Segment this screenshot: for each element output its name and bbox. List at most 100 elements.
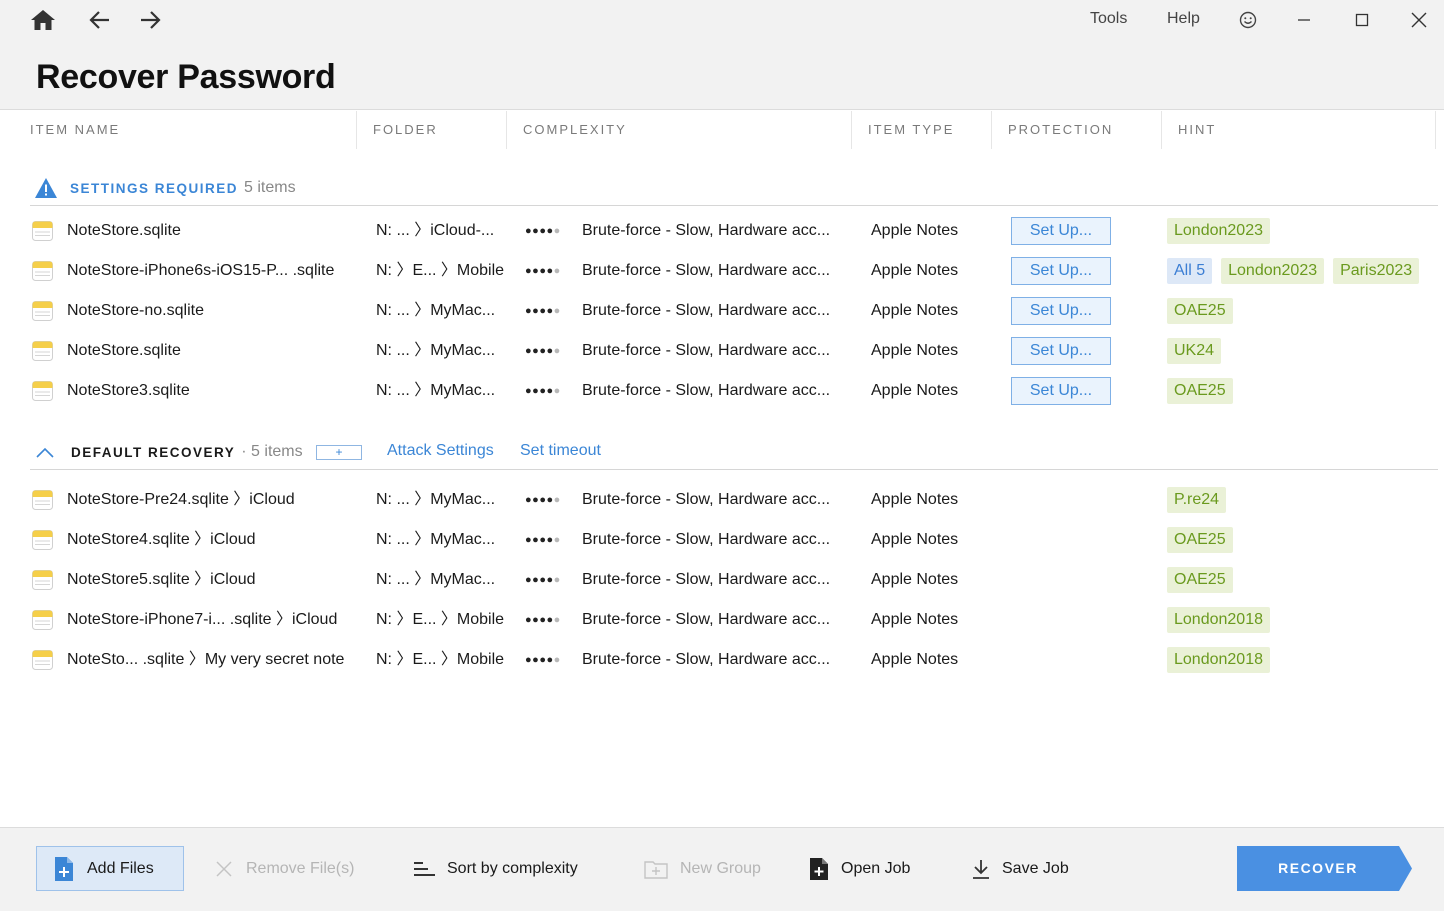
column-header-item-name[interactable]: ITEM NAME [18, 111, 357, 149]
help-menu[interactable]: Help [1167, 10, 1200, 28]
item-complexity: Brute-force - Slow, Hardware acc... [582, 571, 831, 588]
hint-tag: London2023 [1167, 218, 1270, 244]
minimize-button[interactable] [1286, 6, 1322, 34]
x-icon [216, 860, 232, 877]
group-header-settings-required: SETTINGS REQUIRED 5 items [30, 173, 296, 203]
remove-files-label: Remove File(s) [246, 859, 355, 877]
sort-icon [414, 861, 435, 876]
table-row[interactable]: NoteSto... .sqlite 〉My very secret note N… [0, 640, 1444, 680]
table-row[interactable]: NoteStore3.sqlite N: ... 〉MyMac... ●●●●● Br… [0, 371, 1444, 411]
hint-cell: OAE25 [1167, 371, 1429, 411]
hint-cell: All 5 London2023 Paris2023 [1167, 251, 1429, 291]
column-header-protection[interactable]: PROTECTION [996, 111, 1162, 149]
item-name: NoteStore.sqlite [67, 222, 181, 239]
maximize-button[interactable] [1344, 6, 1380, 34]
notes-file-icon [32, 650, 53, 670]
item-folder: N: 〉E... 〉Mobile [376, 651, 505, 668]
save-job-label: Save Job [1002, 859, 1069, 877]
column-header-hint[interactable]: HINT [1166, 111, 1436, 149]
table-row[interactable]: NoteStore-no.sqlite N: ... 〉MyMac... ●●●●●… [0, 291, 1444, 331]
item-name: NoteStore-no.sqlite [67, 302, 204, 319]
item-type: Apple Notes [871, 651, 959, 668]
group-title: DEFAULT RECOVERY [71, 444, 236, 460]
attack-settings-link[interactable]: Attack Settings [387, 442, 494, 460]
set-up-button[interactable]: Set Up... [1011, 377, 1111, 405]
add-files-button[interactable]: Add Files [36, 846, 184, 891]
item-folder: N: ... 〉MyMac... [376, 302, 496, 319]
hint-tag: London2023 [1221, 258, 1325, 284]
add-files-label: Add Files [87, 859, 154, 877]
table-row[interactable]: NoteStore-iPhone6s-iOS15-P... .sqlite N: … [0, 251, 1444, 291]
hint-tag: OAE25 [1167, 378, 1233, 404]
footer-toolbar: Add Files Remove File(s) Sort by complex… [0, 827, 1444, 911]
back-button[interactable] [84, 6, 116, 34]
item-folder: N: ... 〉MyMac... [376, 342, 496, 359]
new-group-button[interactable]: New Group [644, 846, 761, 891]
close-button[interactable] [1401, 6, 1437, 34]
group-count: 5 items [244, 179, 296, 196]
home-icon [31, 10, 55, 30]
recover-label: RECOVER [1278, 860, 1358, 876]
notes-file-icon [32, 610, 53, 630]
item-name: NoteStore5.sqlite 〉iCloud [67, 571, 256, 588]
open-job-button[interactable]: Open Job [809, 846, 910, 891]
column-header-item-type[interactable]: ITEM TYPE [856, 111, 992, 149]
sort-label: Sort by complexity [447, 859, 578, 877]
group-header-default-recovery: DEFAULT RECOVERY · 5 items [30, 437, 303, 467]
item-folder: N: 〉E... 〉Mobile [376, 262, 505, 279]
save-job-button[interactable]: Save Job [972, 846, 1069, 891]
table-row[interactable]: NoteStore4.sqlite 〉iCloud N: ... 〉MyMac..… [0, 520, 1444, 560]
hint-tag: P.re24 [1167, 487, 1227, 513]
table-row[interactable]: NoteStore5.sqlite 〉iCloud N: ... 〉MyMac..… [0, 560, 1444, 600]
add-to-group-button[interactable]: + [316, 445, 362, 460]
feedback-button[interactable] [1230, 6, 1266, 34]
notes-file-icon [32, 530, 53, 550]
item-complexity: Brute-force - Slow, Hardware acc... [582, 262, 831, 279]
remove-files-button[interactable]: Remove File(s) [214, 846, 354, 891]
set-up-button[interactable]: Set Up... [1011, 297, 1111, 325]
item-folder: N: ... 〉MyMac... [376, 382, 496, 399]
chevron-up-icon[interactable] [35, 445, 55, 459]
item-complexity: Brute-force - Slow, Hardware acc... [582, 342, 831, 359]
complexity-dots: ●●●●● [525, 225, 561, 237]
complexity-dots: ●●●●● [525, 614, 561, 626]
hint-all-tag[interactable]: All 5 [1167, 258, 1213, 284]
recover-button[interactable]: RECOVER [1237, 846, 1412, 891]
item-folder: N: ... 〉iCloud-... [376, 222, 495, 239]
complexity-dots: ●●●●● [525, 345, 561, 357]
set-up-button[interactable]: Set Up... [1011, 337, 1111, 365]
tools-menu[interactable]: Tools [1090, 10, 1127, 28]
item-name: NoteStore-iPhone6s-iOS15-P... .sqlite [67, 262, 335, 279]
item-complexity: Brute-force - Slow, Hardware acc... [582, 651, 831, 668]
forward-button[interactable] [134, 6, 166, 34]
hint-tag: OAE25 [1167, 567, 1233, 593]
table-row[interactable]: NoteStore-iPhone7-i... .sqlite 〉iCloud N:… [0, 600, 1444, 640]
column-header-folder[interactable]: FOLDER [361, 111, 507, 149]
hint-tag: OAE25 [1167, 298, 1233, 324]
item-type: Apple Notes [871, 611, 959, 628]
group-title: SETTINGS REQUIRED [70, 180, 239, 196]
warning-icon [35, 178, 57, 198]
item-complexity: Brute-force - Slow, Hardware acc... [582, 531, 831, 548]
table-row[interactable]: NoteStore-Pre24.sqlite 〉iCloud N: ... 〉My… [0, 480, 1444, 520]
table-row[interactable]: NoteStore.sqlite N: ... 〉iCloud-... ●●●●● B… [0, 211, 1444, 251]
set-up-button[interactable]: Set Up... [1011, 217, 1111, 245]
home-button[interactable] [27, 6, 59, 34]
item-folder: N: ... 〉MyMac... [376, 491, 496, 508]
set-timeout-link[interactable]: Set timeout [520, 442, 601, 460]
item-name: NoteStore-iPhone7-i... .sqlite 〉iCloud [67, 611, 338, 628]
new-group-label: New Group [680, 859, 761, 877]
item-type: Apple Notes [871, 302, 959, 319]
set-up-button[interactable]: Set Up... [1011, 257, 1111, 285]
group-divider [30, 205, 1438, 206]
complexity-dots: ●●●●● [525, 494, 561, 506]
column-header-complexity[interactable]: COMPLEXITY [511, 111, 852, 149]
item-complexity: Brute-force - Slow, Hardware acc... [582, 611, 831, 628]
item-type: Apple Notes [871, 382, 959, 399]
hint-cell: London2018 [1167, 600, 1429, 640]
hint-cell: OAE25 [1167, 291, 1429, 331]
hint-tag: London2018 [1167, 607, 1270, 633]
item-complexity: Brute-force - Slow, Hardware acc... [582, 302, 831, 319]
table-row[interactable]: NoteStore.sqlite N: ... 〉MyMac... ●●●●● Bru… [0, 331, 1444, 371]
sort-by-complexity-button[interactable]: Sort by complexity [413, 846, 578, 891]
